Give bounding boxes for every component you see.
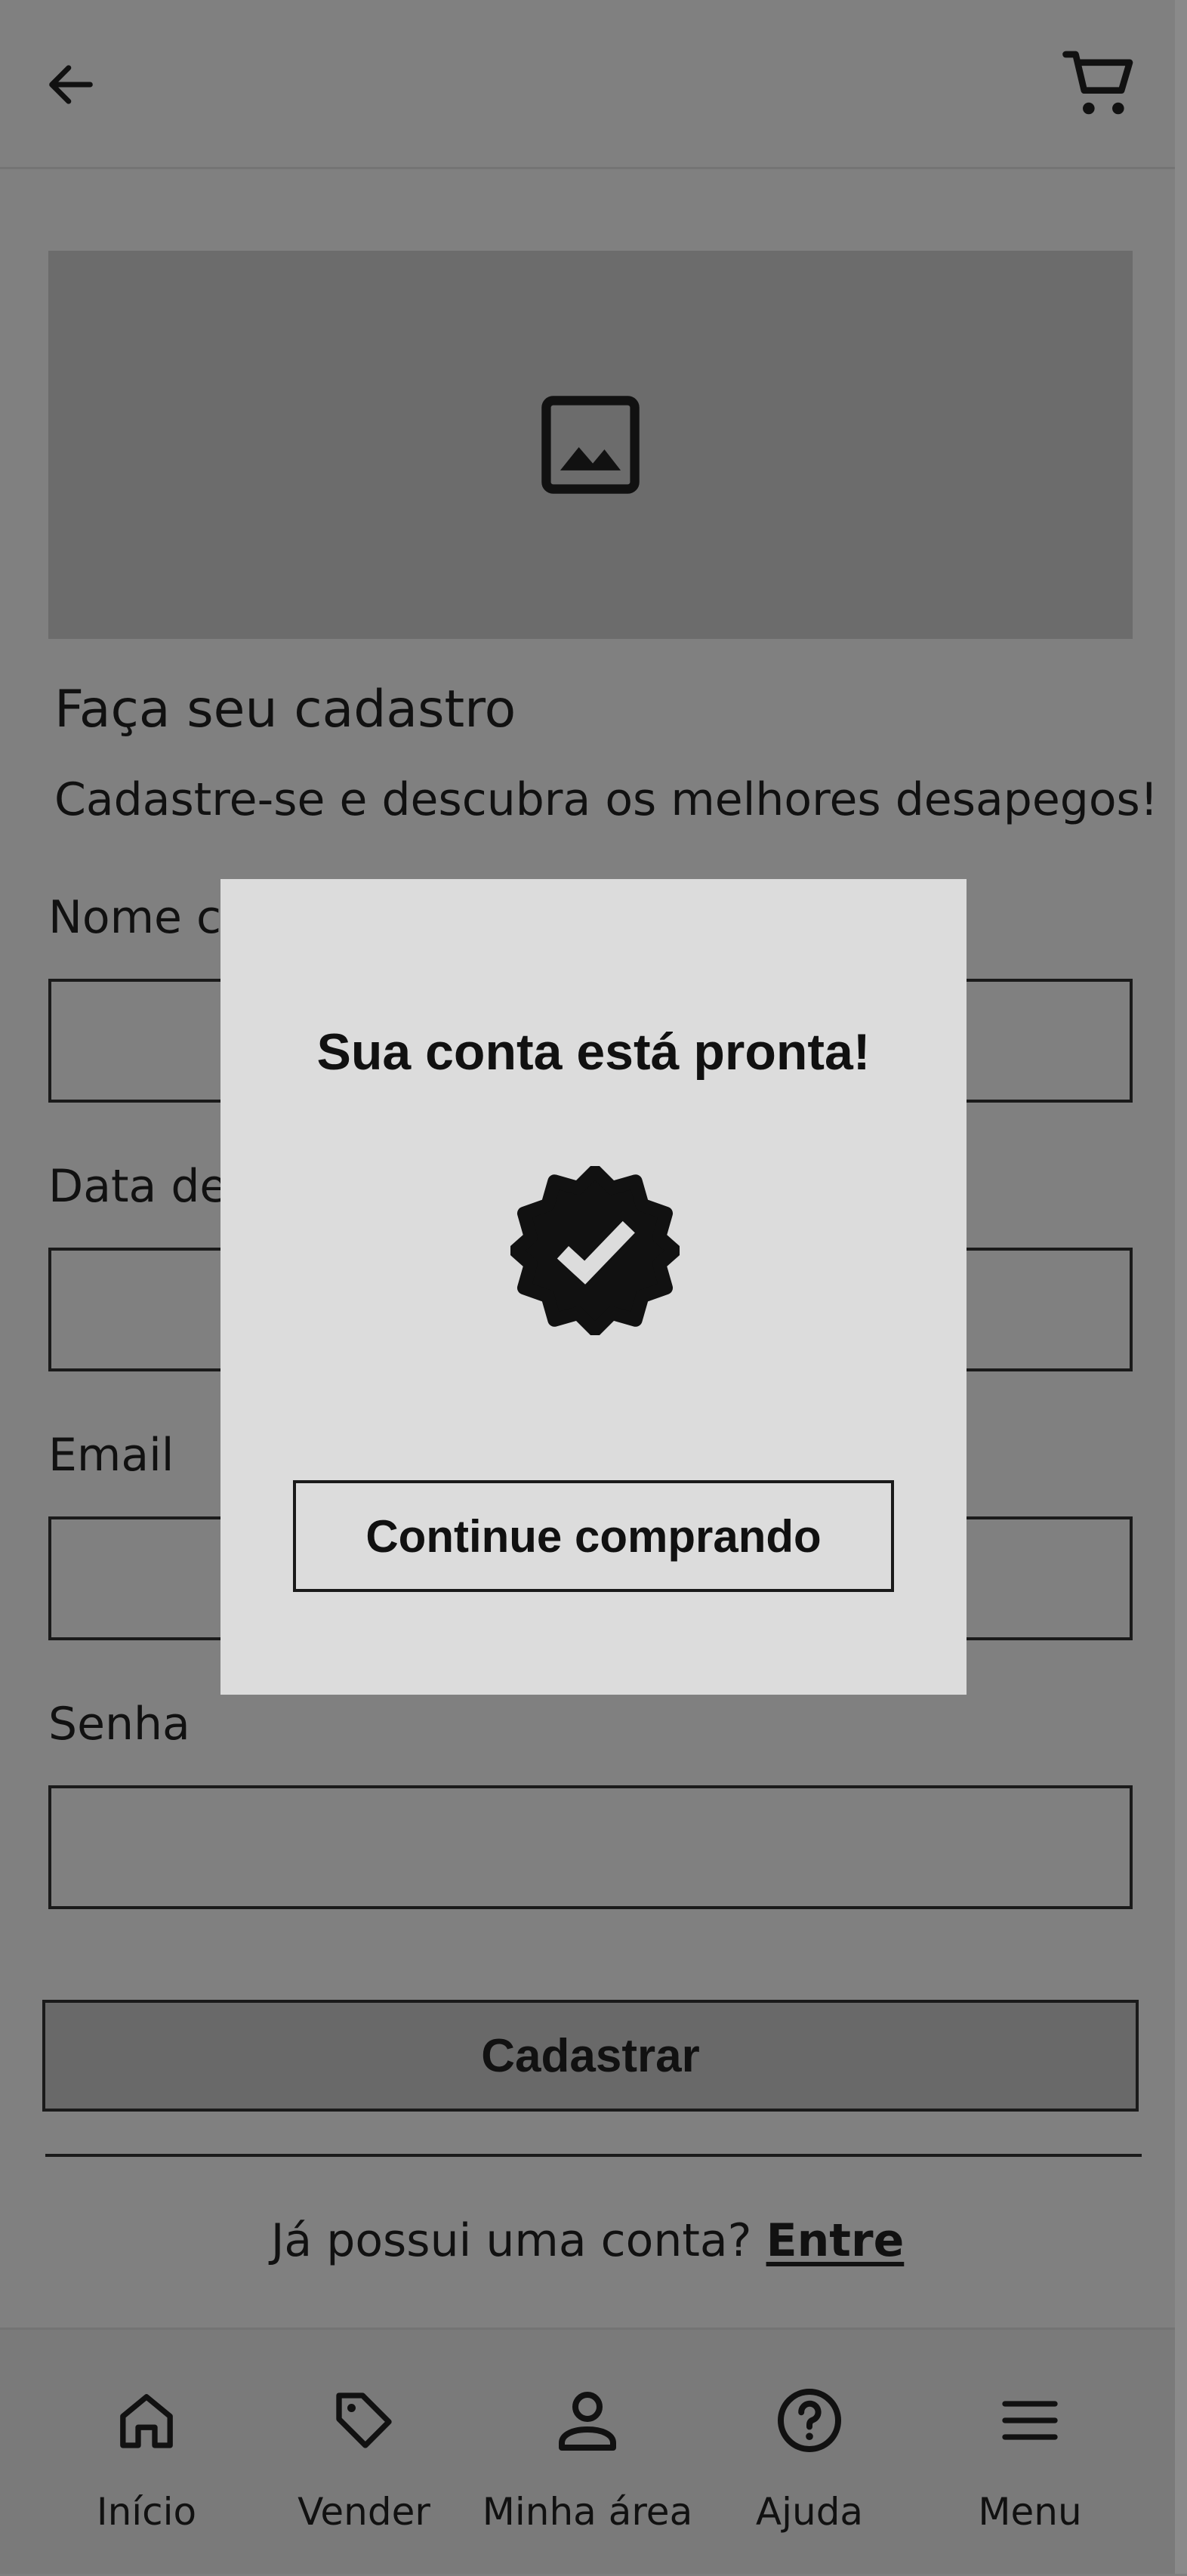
- nav-item-vender[interactable]: Vender: [251, 2330, 477, 2576]
- nav-icon-wrap: [992, 2383, 1068, 2458]
- nav-item-ajuda[interactable]: Ajuda: [696, 2330, 923, 2576]
- email-label: Email: [48, 1429, 174, 1482]
- nav-item-inicio[interactable]: Início: [33, 2330, 260, 2576]
- arrow-left-icon: [49, 65, 93, 104]
- divider: [45, 2154, 1142, 2157]
- nav-label-ajuda: Ajuda: [755, 2490, 864, 2534]
- password-label: Senha: [48, 1698, 190, 1751]
- account-ready-dialog: Sua conta está pronta! Continue comprand…: [220, 879, 967, 1695]
- top-app-bar: [0, 0, 1175, 169]
- hero-image-placeholder: [48, 251, 1133, 639]
- signup-submit-button[interactable]: Cadastrar: [42, 2000, 1139, 2112]
- cart-button[interactable]: [1051, 42, 1149, 125]
- tag-icon: [336, 2392, 392, 2448]
- nav-label-menu: Menu: [978, 2490, 1082, 2534]
- continue-shopping-button[interactable]: Continue comprando: [293, 1480, 894, 1592]
- nav-label-minha-area: Minha área: [482, 2490, 693, 2534]
- password-field[interactable]: [48, 1785, 1133, 1909]
- signup-screen: Faça seu cadastro Cadastre-se e descubra…: [0, 0, 1175, 2574]
- nav-item-menu[interactable]: Menu: [917, 2330, 1143, 2576]
- hamburger-menu-icon: [1002, 2401, 1058, 2440]
- page-title: Faça seu cadastro: [54, 680, 516, 739]
- login-prompt: Já possui uma conta? Entre: [0, 2214, 1175, 2267]
- nav-icon-wrap: [550, 2383, 625, 2458]
- nav-icon-wrap: [326, 2383, 402, 2458]
- bottom-navigation: Início Vender Minha área Ajuda Menu: [0, 2328, 1175, 2574]
- badge-wrap: [510, 1166, 680, 1335]
- shopping-cart-icon: [1062, 51, 1133, 115]
- nav-icon-wrap: [772, 2383, 847, 2458]
- dialog-title: Sua conta está pronta!: [316, 1023, 871, 1081]
- back-button[interactable]: [33, 45, 109, 124]
- help-circle-icon: [778, 2389, 841, 2452]
- login-prompt-text: Já possui uma conta?: [270, 2214, 752, 2267]
- screen-edge: [1175, 0, 1187, 2574]
- login-link[interactable]: Entre: [766, 2214, 905, 2267]
- verified-badge-icon: [510, 1166, 680, 1335]
- nav-label-inicio: Início: [96, 2490, 197, 2534]
- nav-item-minha-area[interactable]: Minha área: [474, 2330, 701, 2576]
- page-subtitle: Cadastre-se e descubra os melhores desap…: [54, 773, 1158, 826]
- image-placeholder-icon: [541, 396, 640, 494]
- user-icon: [559, 2392, 616, 2451]
- home-icon: [120, 2394, 173, 2448]
- nav-icon-wrap: [109, 2383, 184, 2458]
- nav-label-vender: Vender: [298, 2490, 430, 2534]
